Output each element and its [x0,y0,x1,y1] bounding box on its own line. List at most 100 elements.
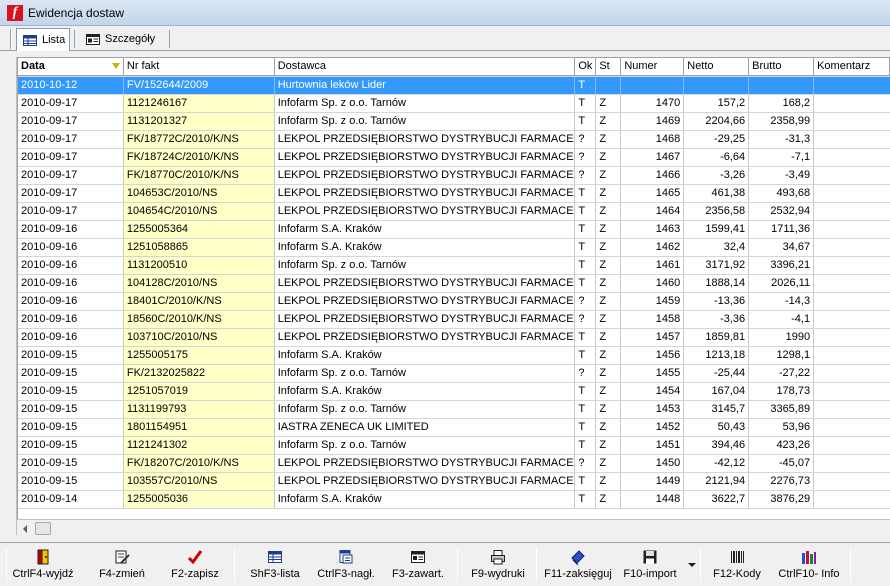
cell-data[interactable]: 2010-09-16 [18,311,124,328]
cell-ok[interactable]: ? [575,455,597,472]
table-row[interactable]: 2010-09-16 18401C/2010/K/NS LEKPOL PRZEDSI… [18,293,890,311]
cell-nr[interactable]: 104653C/2010/NS [123,185,275,202]
table-row[interactable]: 2010-09-15 1121241302 Infofarm Sp. z o.o. … [18,437,890,455]
cell-brutto[interactable]: 2026,11 [749,275,815,292]
cell-num[interactable]: 1464 [621,203,685,220]
cell-data[interactable]: 2010-10-12 [18,77,124,94]
cell-data[interactable]: 2010-09-14 [18,491,124,508]
table-row[interactable]: 2010-09-16 18560C/2010/K/NS LEKPOL PRZEDSI… [18,311,890,329]
table-row[interactable]: 2010-09-17 1121246167 Infofarm Sp. z o.o. … [18,95,890,113]
cell-netto[interactable]: 1599,41 [684,221,750,238]
cell-num[interactable]: 1467 [621,149,685,166]
cell-num[interactable]: 1468 [621,131,685,148]
cell-kom[interactable] [814,347,890,364]
cell-netto[interactable]: 3171,92 [684,257,750,274]
table-row[interactable]: 2010-09-17 1131201327 Infofarm Sp. z o.o. … [18,113,890,131]
cell-dost[interactable]: LEKPOL PRZEDSIĘBIORSTWO DYSTRYBUCJI FARM… [275,473,576,490]
cell-kom[interactable] [814,293,890,310]
cell-nr[interactable]: 1251058865 [123,239,275,256]
cell-num[interactable]: 1465 [621,185,685,202]
cell-netto[interactable]: 2204,66 [684,113,750,130]
cell-data[interactable]: 2010-09-17 [18,167,124,184]
cell-dost[interactable]: LEKPOL PRZEDSIĘBIORSTWO DYSTRYBUCJI FARM… [275,203,576,220]
cell-nr[interactable]: FK/18772C/2010/K/NS [123,131,275,148]
cell-num[interactable]: 1466 [621,167,685,184]
cell-st[interactable]: Z [596,329,622,346]
column-header-data[interactable]: Data [18,58,124,76]
table-row[interactable]: 2010-09-17 104653C/2010/NS LEKPOL PRZEDSIĘ… [18,185,890,203]
cell-nr[interactable]: FK/18724C/2010/K/NS [123,149,275,166]
cell-netto[interactable]: -13,36 [684,293,750,310]
cell-data[interactable]: 2010-09-17 [18,131,124,148]
cell-data[interactable]: 2010-09-15 [18,401,124,418]
table-row[interactable]: 2010-09-14 1255005036 Infofarm S.A. Kraków… [18,491,890,509]
cell-ok[interactable]: T [575,77,597,94]
cell-num[interactable]: 1470 [621,95,685,112]
cell-kom[interactable] [814,437,890,454]
table-row-selected[interactable]: 2010-10-12 FV/152644/2009 Hurtownia leków … [18,77,890,95]
import-button[interactable]: F10-import [622,547,678,583]
codes-button[interactable]: F12-Kody [711,547,763,583]
cell-nr[interactable]: 18560C/2010/K/NS [123,311,275,328]
cell-netto[interactable] [684,77,750,94]
cell-data[interactable]: 2010-09-17 [18,95,124,112]
cell-data[interactable]: 2010-09-17 [18,203,124,220]
cell-ok[interactable]: T [575,419,597,436]
cell-st[interactable]: Z [596,347,622,364]
cell-brutto[interactable]: 178,73 [749,383,815,400]
cell-ok[interactable]: ? [575,131,597,148]
cell-brutto[interactable]: 423,26 [749,437,815,454]
cell-dost[interactable]: LEKPOL PRZEDSIĘBIORSTWO DYSTRYBUCJI FARM… [275,149,576,166]
cell-num[interactable]: 1463 [621,221,685,238]
cell-st[interactable]: Z [596,149,622,166]
cell-ok[interactable]: ? [575,311,597,328]
table-row[interactable]: 2010-09-17 FK/18770C/2010/K/NS LEKPOL PRZE… [18,167,890,185]
cell-brutto[interactable]: -4,1 [749,311,815,328]
cell-netto[interactable]: -29,25 [684,131,750,148]
cell-num[interactable]: 1452 [621,419,685,436]
cell-netto[interactable]: -6,64 [684,149,750,166]
cell-st[interactable]: Z [596,95,622,112]
cell-st[interactable]: Z [596,239,622,256]
cell-dost[interactable]: Infofarm Sp. z o.o. Tarnów [275,365,576,382]
cell-st[interactable]: Z [596,221,622,238]
cell-kom[interactable] [814,167,890,184]
cell-num[interactable]: 1450 [621,455,685,472]
cell-st[interactable]: Z [596,401,622,418]
scroll-thumb[interactable] [35,522,51,535]
cell-kom[interactable] [814,419,890,436]
cell-kom[interactable] [814,203,890,220]
table-row[interactable]: 2010-09-15 FK/18207C/2010/K/NS LEKPOL PRZE… [18,455,890,473]
cell-ok[interactable]: T [575,383,597,400]
contents-button[interactable]: F3-zawart. [390,547,446,583]
cell-kom[interactable] [814,329,890,346]
cell-dost[interactable]: LEKPOL PRZEDSIĘBIORSTWO DYSTRYBUCJI FARM… [275,455,576,472]
cell-brutto[interactable]: 34,67 [749,239,815,256]
cell-ok[interactable]: ? [575,167,597,184]
list-button[interactable]: ShF3-lista [247,547,303,583]
cell-ok[interactable]: T [575,113,597,130]
cell-nr[interactable]: 103710C/2010/NS [123,329,275,346]
cell-data[interactable]: 2010-09-17 [18,185,124,202]
cell-data[interactable]: 2010-09-16 [18,239,124,256]
cell-kom[interactable] [814,311,890,328]
cell-num[interactable]: 1457 [621,329,685,346]
post-button[interactable]: F11-zaksięguj [544,547,612,583]
cell-netto[interactable]: 1213,18 [684,347,750,364]
cell-data[interactable]: 2010-09-16 [18,275,124,292]
cell-st[interactable] [596,77,622,94]
cell-dost[interactable]: LEKPOL PRZEDSIĘBIORSTWO DYSTRYBUCJI FARM… [275,185,576,202]
cell-data[interactable]: 2010-09-16 [18,293,124,310]
cell-kom[interactable] [814,149,890,166]
cell-nr[interactable]: FK/18207C/2010/K/NS [123,455,275,472]
cell-ok[interactable]: T [575,437,597,454]
cell-dost[interactable]: Infofarm Sp. z o.o. Tarnów [275,401,576,418]
cell-nr[interactable]: 1255005364 [123,221,275,238]
table-row[interactable]: 2010-09-15 1251057019 Infofarm S.A. Kraków… [18,383,890,401]
tab-lista[interactable]: Lista [16,28,70,51]
cell-brutto[interactable]: 1990 [749,329,815,346]
cell-st[interactable]: Z [596,275,622,292]
cell-brutto[interactable]: 493,68 [749,185,815,202]
cell-data[interactable]: 2010-09-16 [18,329,124,346]
column-header-komentarz[interactable]: Komentarz [814,58,890,76]
